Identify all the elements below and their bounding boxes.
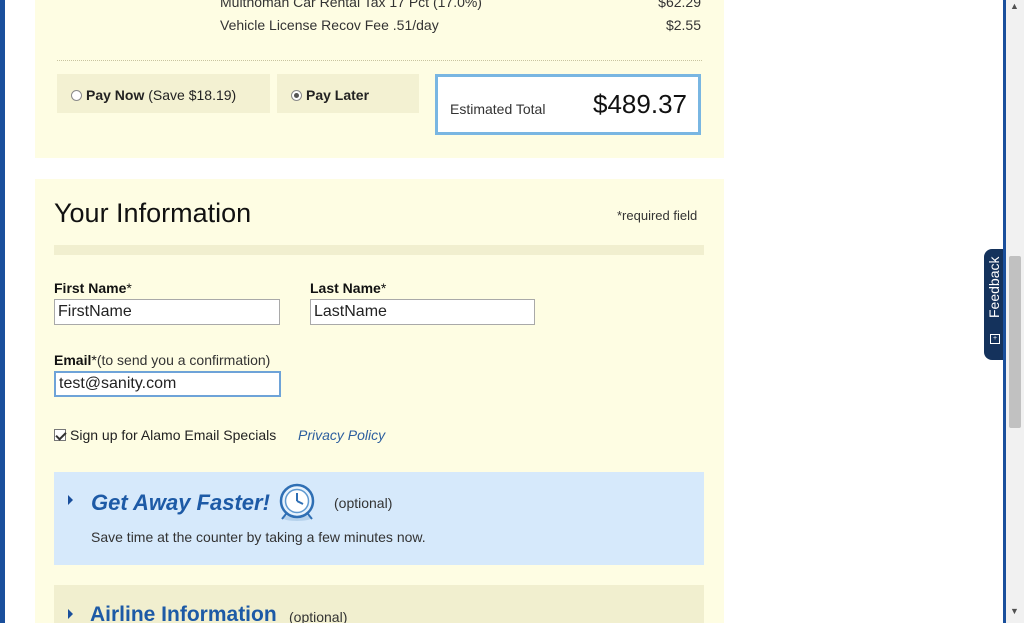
scroll-thumb[interactable] [1009,256,1021,428]
pay-now-option[interactable]: Pay Now (Save $18.19) [57,74,270,113]
feedback-label[interactable]: Feedback [986,257,1002,318]
pay-now-label: Pay Now [86,87,145,103]
get-away-faster-title[interactable]: Get Away Faster! [91,490,270,516]
fee-label: Multnomah Car Rental Tax 17 Pct (17.0%) [220,0,482,10]
scroll-down-arrow-icon[interactable]: ▼ [1010,606,1019,616]
last-name-field[interactable] [310,299,535,325]
clock-icon [278,482,316,527]
pay-now-savings: (Save $18.19) [148,87,237,103]
pay-later-label: Pay Later [306,87,370,103]
first-name-label: First Name* [54,280,132,296]
airline-information-title[interactable]: Airline Information [90,603,277,623]
feedback-icon: + [990,334,1000,344]
get-away-optional: (optional) [334,495,393,511]
privacy-policy-link[interactable]: Privacy Policy [298,427,385,443]
get-away-description: Save time at the counter by taking a few… [91,529,426,545]
pay-later-option[interactable]: Pay Later [277,74,419,113]
airline-optional: (optional) [289,609,348,623]
fee-label: Vehicle License Recov Fee .51/day [220,17,439,33]
email-specials-row: Sign up for Alamo Email Specials [54,427,276,443]
scroll-up-arrow-icon[interactable]: ▲ [1010,1,1019,11]
fee-row: Vehicle License Recov Fee .51/day $2.55 [220,17,701,33]
email-specials-checkbox[interactable] [54,429,66,441]
pay-later-radio[interactable] [291,90,302,101]
fee-row: Multnomah Car Rental Tax 17 Pct (17.0%) … [220,0,701,10]
pay-now-radio[interactable] [71,90,82,101]
email-label: Email*(to send you a confirmation) [54,352,271,368]
get-away-faster-section[interactable] [54,472,704,565]
fees-divider [57,60,702,61]
fee-amount: $62.29 [658,0,701,10]
estimated-total-value: $489.37 [593,89,687,119]
required-field-note: *required field [617,208,698,223]
vertical-scrollbar[interactable]: ▲ ▼ [1006,0,1024,623]
fee-amount: $2.55 [665,17,701,33]
expand-caret-icon[interactable] [68,495,73,505]
last-name-label: Last Name* [310,280,387,296]
page-title: Your Information [54,198,252,228]
email-field[interactable] [54,371,281,397]
section-band [54,245,704,255]
first-name-field[interactable] [54,299,280,325]
estimated-total-label: Estimated Total [450,101,546,117]
estimated-total-box: Estimated Total $489.37 [435,74,701,135]
email-specials-label: Sign up for Alamo Email Specials [70,427,277,443]
page-frame-left [0,0,5,623]
expand-caret-icon[interactable] [68,609,73,619]
